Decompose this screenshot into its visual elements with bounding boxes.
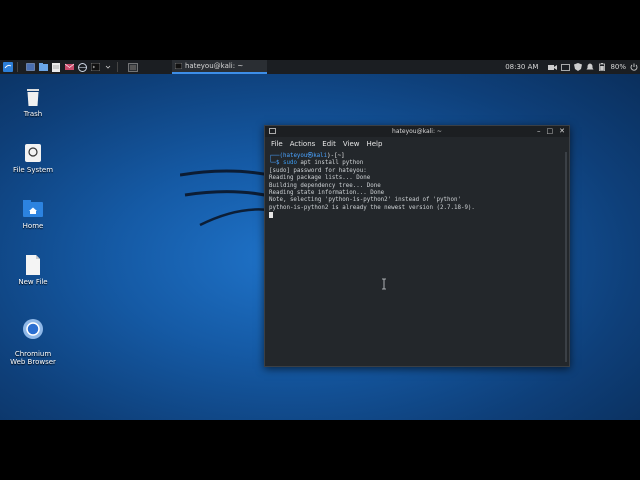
top-panel: hateyou@kali: ~ 08:30 AM 80% bbox=[0, 60, 640, 74]
text-editor-icon[interactable] bbox=[51, 62, 61, 72]
prompt-path: )-[~] bbox=[327, 153, 345, 159]
kali-menu-icon[interactable] bbox=[3, 62, 13, 72]
output-line: [sudo] password for hateyou: bbox=[269, 167, 367, 174]
desktop-icon-label: Home bbox=[22, 222, 44, 230]
desktop-icon-label: Chromium Web Browser bbox=[10, 350, 56, 366]
battery-icon[interactable] bbox=[598, 63, 606, 71]
terminal-icon[interactable] bbox=[90, 62, 100, 72]
system-tray: 08:30 AM 80% bbox=[505, 60, 638, 74]
chromium-icon bbox=[23, 319, 43, 339]
output-line: Reading package lists... Done bbox=[269, 175, 371, 182]
output-line: Reading state information... Done bbox=[269, 190, 385, 197]
workspace-icon[interactable] bbox=[128, 62, 138, 72]
battery-percent: 80% bbox=[610, 63, 626, 71]
command-sudo: sudo bbox=[282, 160, 297, 167]
prompt-user-host: hateyou㉿kali bbox=[282, 153, 328, 159]
terminal-icon bbox=[269, 128, 276, 134]
taskbar-window-label: hateyou@kali: ~ bbox=[185, 62, 244, 70]
text-caret-icon bbox=[382, 278, 386, 290]
bell-icon[interactable] bbox=[586, 63, 594, 71]
desktop-icon-trash[interactable]: Trash bbox=[3, 86, 63, 118]
file-icon bbox=[26, 255, 40, 275]
screen-icon[interactable] bbox=[561, 63, 571, 71]
desktop-icon-label: New File bbox=[18, 278, 48, 286]
text-cursor bbox=[269, 212, 273, 219]
desktop-icon-label: File System bbox=[12, 166, 54, 174]
mail-icon[interactable] bbox=[64, 62, 74, 72]
shield-icon[interactable] bbox=[574, 63, 583, 71]
desktop-icon-new-file[interactable]: New File bbox=[3, 254, 63, 286]
menu-file[interactable]: File bbox=[271, 140, 283, 148]
desktop-icon-label: Trash bbox=[23, 110, 43, 118]
output-line: python-is-python2 is already the newest … bbox=[269, 204, 475, 211]
home-folder-icon bbox=[23, 200, 43, 217]
menu-view[interactable]: View bbox=[343, 140, 360, 148]
terminal-titlebar[interactable]: hateyou@kali: ~ – □ ✕ bbox=[265, 126, 569, 137]
minimize-icon[interactable]: – bbox=[537, 127, 541, 135]
letterbox-top bbox=[0, 0, 640, 60]
browser-icon[interactable] bbox=[77, 62, 87, 72]
desktop-icon-chromium[interactable]: Chromium Web Browser bbox=[3, 310, 63, 374]
terminal-scrollbar[interactable] bbox=[565, 152, 567, 362]
prompt-line-top: ┌──(hateyou㉿kali)-[~] bbox=[269, 153, 345, 159]
camera-icon[interactable] bbox=[548, 64, 558, 71]
menu-actions[interactable]: Actions bbox=[290, 140, 316, 148]
output-line: Building dependency tree... Done bbox=[269, 182, 381, 189]
desktop-icon-file-system[interactable]: File System bbox=[3, 142, 63, 174]
output-line: Note, selecting 'python-is-python2' inst… bbox=[269, 197, 461, 204]
terminal-title: hateyou@kali: ~ bbox=[392, 128, 442, 135]
terminal-output[interactable]: ┌──(hateyou㉿kali)-[~] └─$ sudo apt insta… bbox=[269, 153, 561, 362]
maximize-icon[interactable]: □ bbox=[547, 127, 554, 135]
clock[interactable]: 08:30 AM bbox=[505, 63, 538, 71]
taskbar-window-terminal[interactable]: hateyou@kali: ~ bbox=[172, 60, 267, 74]
prompt-line-command: └─$ sudo apt install python bbox=[269, 160, 364, 167]
terminal-window[interactable]: hateyou@kali: ~ – □ ✕ File Actions Edit … bbox=[264, 125, 570, 367]
power-icon[interactable] bbox=[630, 63, 638, 71]
show-desktop-icon[interactable] bbox=[25, 62, 35, 72]
trash-icon bbox=[27, 89, 39, 106]
close-icon[interactable]: ✕ bbox=[559, 127, 565, 135]
dropdown-icon[interactable] bbox=[103, 62, 113, 72]
letterbox-bottom bbox=[0, 420, 640, 480]
drive-icon bbox=[25, 144, 41, 162]
menu-help[interactable]: Help bbox=[366, 140, 382, 148]
terminal-icon bbox=[175, 63, 182, 69]
terminal-menubar: File Actions Edit View Help bbox=[265, 137, 569, 150]
file-manager-icon[interactable] bbox=[38, 62, 48, 72]
desktop[interactable]: hateyou@kali: ~ 08:30 AM 80% Trash File … bbox=[0, 60, 640, 420]
desktop-icon-home[interactable]: Home bbox=[3, 198, 63, 230]
menu-edit[interactable]: Edit bbox=[322, 140, 336, 148]
command-text: apt install python bbox=[296, 160, 364, 167]
